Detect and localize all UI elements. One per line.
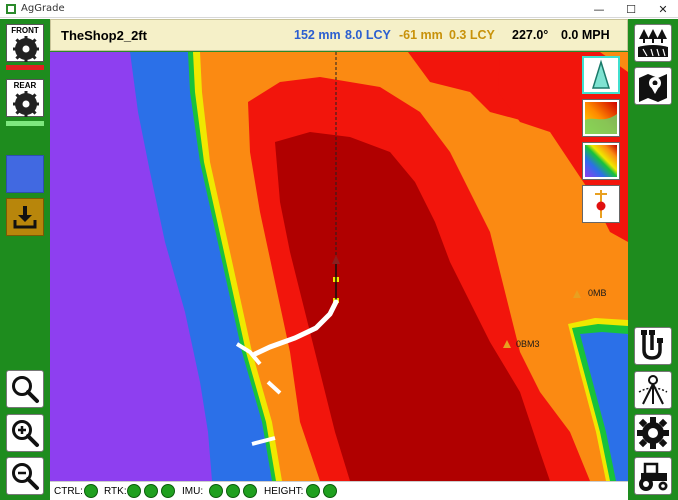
tractor-icon <box>639 462 668 491</box>
minimize-button[interactable]: — <box>586 1 612 17</box>
magnifier-icon <box>12 376 39 403</box>
imu-status-light <box>226 484 240 498</box>
right-toolbar <box>628 19 678 500</box>
zoom-out-icon <box>12 463 39 490</box>
terrain-gradient-icon <box>585 102 617 134</box>
app-icon <box>6 4 16 14</box>
app-body: FRONT REAR TheShop2_2ft 152 mm 8.0 LCY -… <box>0 19 678 500</box>
imu-label: IMU: <box>182 486 204 497</box>
download-tray-icon <box>13 206 37 229</box>
hydraulics-button[interactable] <box>634 327 672 365</box>
maximize-button[interactable]: ☐ <box>618 1 644 17</box>
rtk-status-light <box>161 484 175 498</box>
window-title: AgGrade <box>21 3 65 14</box>
front-blade-gear-icon <box>13 36 39 62</box>
survey-tripod-icon <box>638 375 668 405</box>
rear-fill-depth: -61 mm <box>399 28 443 42</box>
field-name: TheShop2_2ft <box>61 28 147 43</box>
rear-blade-gear-icon <box>13 91 39 117</box>
map-button[interactable] <box>634 67 672 105</box>
status-bar: CTRL: RTK: IMU: HEIGHT: <box>50 481 628 500</box>
north-up-button[interactable] <box>582 56 620 94</box>
zoom-in-icon <box>12 420 39 447</box>
close-button[interactable]: ✕ <box>650 1 676 17</box>
benchmark-button[interactable] <box>582 185 620 223</box>
height-status-light <box>323 484 337 498</box>
rear-blade-label: REAR <box>13 81 37 90</box>
window-titlebar: AgGrade — ☐ ✕ <box>0 0 678 18</box>
field-button[interactable] <box>634 24 672 62</box>
rtk-status-light <box>144 484 158 498</box>
imu-status-light <box>209 484 223 498</box>
ctrl-label: CTRL: <box>54 486 83 497</box>
benchmark-label-0mb: 0MB <box>588 288 607 298</box>
map-pin-icon <box>639 74 667 102</box>
terrain-layer-button[interactable] <box>582 99 620 137</box>
cut-fill-gradient-icon <box>585 145 617 177</box>
tractor-button[interactable] <box>634 457 672 495</box>
benchmark-pin-icon <box>595 190 607 218</box>
ctrl-status-light <box>84 484 98 498</box>
front-blade-label: FRONT <box>11 26 39 35</box>
left-toolbar: FRONT REAR <box>0 19 50 500</box>
zoom-fit-button[interactable] <box>6 370 44 408</box>
front-blade-button[interactable]: FRONT <box>6 24 44 62</box>
settings-button[interactable] <box>634 414 672 452</box>
cut-fill-layer-button[interactable] <box>582 142 620 180</box>
blade-mode-button[interactable] <box>6 155 44 193</box>
benchmark-label-0bm3: 0BM3 <box>516 339 540 349</box>
front-cut-volume: 8.0 LCY <box>345 28 391 42</box>
survey-button[interactable] <box>634 371 672 409</box>
zoom-out-button[interactable] <box>6 457 44 495</box>
download-button[interactable] <box>6 198 44 236</box>
rear-blade-status-bar <box>6 121 44 126</box>
speed-readout: 0.0 MPH <box>561 28 610 42</box>
height-status-light <box>306 484 320 498</box>
height-label: HEIGHT: <box>264 486 304 497</box>
rear-fill-volume: 0.3 LCY <box>449 28 495 42</box>
status-header: TheShop2_2ft 152 mm 8.0 LCY -61 mm 0.3 L… <box>50 19 628 51</box>
north-arrow-icon <box>591 59 611 89</box>
field-trees-icon <box>638 29 668 57</box>
zoom-in-button[interactable] <box>6 414 44 452</box>
cut-fill-heatmap <box>50 52 628 481</box>
grade-map[interactable]: 0MB 0BM3 <box>50 52 628 481</box>
rear-blade-button[interactable]: REAR <box>6 79 44 117</box>
hydraulic-hose-icon <box>641 330 663 360</box>
heading-readout: 227.0° <box>512 28 549 42</box>
rtk-status-light <box>127 484 141 498</box>
rtk-label: RTK: <box>104 486 127 497</box>
front-cut-depth: 152 mm <box>294 28 341 42</box>
imu-status-light <box>243 484 257 498</box>
gear-icon <box>637 417 669 449</box>
front-blade-status-bar <box>6 65 44 70</box>
